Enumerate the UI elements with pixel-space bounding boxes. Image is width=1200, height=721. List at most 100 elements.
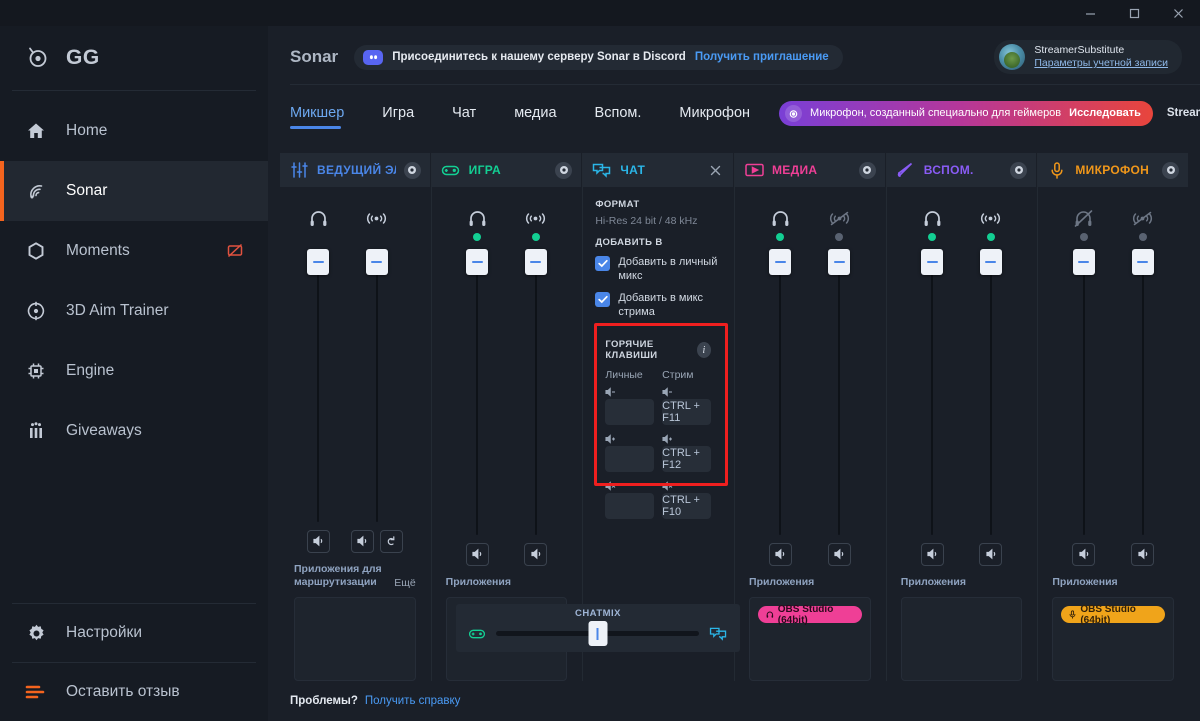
volume-slider[interactable] xyxy=(921,249,944,535)
chat-settings-panel: ФОРМАТ Hi-Res 24 bit / 48 kHz ДОБАВИТЬ В… xyxy=(583,197,733,536)
hotkey-personal-volume-down[interactable] xyxy=(605,399,655,426)
volume-slider[interactable] xyxy=(769,249,792,535)
channel-header[interactable]: ВСПОМ. xyxy=(886,153,1037,188)
sidebar-item-3d-aim-trainer[interactable]: 3D Aim Trainer xyxy=(0,281,268,341)
mute-button[interactable] xyxy=(1131,542,1155,566)
mute-button[interactable] xyxy=(1072,542,1096,566)
close-button[interactable] xyxy=(1156,0,1200,26)
sidebar-item-giveaways[interactable]: Giveaways xyxy=(0,401,268,461)
discord-invite-link[interactable]: Получить приглашение xyxy=(695,51,829,63)
promo-cta[interactable]: Исследовать xyxy=(1069,107,1141,119)
mute-button[interactable] xyxy=(306,529,330,553)
hotkey-personal-volume-up[interactable] xyxy=(605,446,655,473)
undo-icon[interactable] xyxy=(379,529,403,553)
account-menu[interactable]: StreamerSubstitute Параметры учетной зап… xyxy=(994,40,1182,75)
apps-list[interactable]: OBS Studio (64bit) xyxy=(749,597,871,681)
sidebar-item-settings[interactable]: Настройки xyxy=(0,604,268,662)
mute-button[interactable] xyxy=(768,542,792,566)
sidebar-item-home[interactable]: Home xyxy=(0,101,268,161)
gear-icon[interactable] xyxy=(403,161,421,179)
brand-text: GG xyxy=(66,46,100,69)
gear-icon[interactable] xyxy=(555,161,573,179)
channel-header[interactable]: МИКРОФОН xyxy=(1038,153,1189,188)
minimize-button[interactable] xyxy=(1068,0,1112,26)
slider-handle[interactable] xyxy=(466,249,489,276)
checkbox-personal-mix[interactable]: Добавить в личный микс xyxy=(595,256,721,284)
promo-banner[interactable]: Микрофон, созданный специально для гейме… xyxy=(779,100,1153,126)
slider-handle[interactable] xyxy=(307,249,330,276)
apps-label: Приложения xyxy=(445,575,511,588)
volume-slider[interactable] xyxy=(1072,249,1095,535)
close-icon[interactable] xyxy=(707,162,724,179)
channel-header[interactable]: ВЕДУЩИЙ ЭЛЕМЕІ xyxy=(280,153,430,188)
chatmix-handle[interactable] xyxy=(588,621,607,646)
tab-mic[interactable]: Микрофон xyxy=(660,85,769,141)
volume-slider[interactable] xyxy=(1131,249,1154,535)
sidebar-item-sonar[interactable]: Sonar xyxy=(0,161,268,221)
channel-chat: ЧАТ ФОРМАТ Hi-Res 24 bit / 48 kHz ДОБАВИ… xyxy=(582,153,734,681)
gear-icon[interactable] xyxy=(1010,161,1028,179)
tab-media[interactable]: медиа xyxy=(495,85,575,141)
volume-slider[interactable] xyxy=(466,249,489,535)
tab-game[interactable]: Игра xyxy=(363,85,433,141)
sidebar-item-feedback[interactable]: Оставить отзыв xyxy=(0,663,268,721)
hotkey-stream-mute[interactable]: CTRL + F10 xyxy=(662,493,712,520)
status-dot xyxy=(531,233,540,242)
mute-button[interactable] xyxy=(827,542,851,566)
checkbox-label: Добавить в личный микс xyxy=(618,256,718,282)
tab-chat[interactable]: Чат xyxy=(433,85,495,141)
discord-banner[interactable]: Присоединитесь к нашему серверу Sonar в … xyxy=(354,44,843,70)
tab-aux[interactable]: Вспом. xyxy=(576,85,661,141)
gear-icon[interactable] xyxy=(858,161,876,179)
apps-list[interactable]: OBS Studio (64bit) xyxy=(1052,597,1175,681)
hotkey-personal-mute[interactable] xyxy=(605,493,655,520)
tab-mixer[interactable]: Микшер xyxy=(290,85,363,141)
slider-handle[interactable] xyxy=(921,249,944,276)
sidebar-item-engine[interactable]: Engine xyxy=(0,341,268,401)
slider-handle[interactable] xyxy=(365,249,388,276)
volume-mute-icon xyxy=(605,479,654,493)
volume-slider[interactable] xyxy=(524,249,547,535)
channel-header[interactable]: ИГРА xyxy=(431,153,582,188)
mute-button[interactable] xyxy=(524,542,548,566)
promo-text: Микрофон, созданный специально для гейме… xyxy=(810,107,1062,120)
apps-label: Приложения xyxy=(1052,575,1118,588)
apps-list[interactable] xyxy=(900,597,1023,681)
chatmix-slider[interactable] xyxy=(496,621,699,646)
account-settings-link[interactable]: Параметры учетной записи xyxy=(1034,57,1168,70)
channel-header[interactable]: ЧАТ xyxy=(583,153,734,188)
app-tag[interactable]: OBS Studio (64bit) xyxy=(1061,604,1166,626)
mute-button[interactable] xyxy=(920,542,944,566)
mute-button[interactable] xyxy=(979,542,1003,566)
slider-handle[interactable] xyxy=(769,249,792,276)
fader-monitor xyxy=(920,205,944,566)
volume-slider[interactable] xyxy=(307,249,330,522)
slider-handle[interactable] xyxy=(1072,249,1095,276)
help-link[interactable]: Получить справку xyxy=(365,695,461,707)
checkbox-icon[interactable] xyxy=(595,256,611,272)
apps-more-link[interactable]: Ещё xyxy=(394,577,415,589)
volume-slider[interactable] xyxy=(365,249,388,522)
hotkey-stream-volume-up[interactable]: CTRL + F12 xyxy=(662,446,712,473)
slider-handle[interactable] xyxy=(979,249,1002,276)
app-tag[interactable]: OBS Studio (64bit) xyxy=(758,604,862,626)
slider-handle[interactable] xyxy=(524,249,547,276)
sidebar-item-moments[interactable]: Moments xyxy=(0,221,268,281)
maximize-button[interactable] xyxy=(1112,0,1156,26)
checkbox-stream-mix[interactable]: Добавить в микс стрима xyxy=(595,291,721,320)
slider-handle[interactable] xyxy=(828,249,851,276)
fader-stream xyxy=(827,205,851,566)
info-icon[interactable]: i xyxy=(696,342,712,359)
stream-muted-icon xyxy=(1132,205,1153,231)
record-off-icon[interactable] xyxy=(224,240,246,262)
mute-button[interactable] xyxy=(350,529,374,553)
volume-slider[interactable] xyxy=(828,249,851,535)
gear-icon[interactable] xyxy=(1162,161,1180,179)
slider-handle[interactable] xyxy=(1131,249,1154,276)
apps-list[interactable] xyxy=(294,597,416,681)
channel-header[interactable]: МЕДИА xyxy=(735,153,885,188)
mute-button[interactable] xyxy=(465,542,489,566)
volume-slider[interactable] xyxy=(979,249,1002,535)
hotkey-stream-volume-down[interactable]: CTRL + F11 xyxy=(662,399,712,426)
checkbox-icon[interactable] xyxy=(595,291,611,307)
